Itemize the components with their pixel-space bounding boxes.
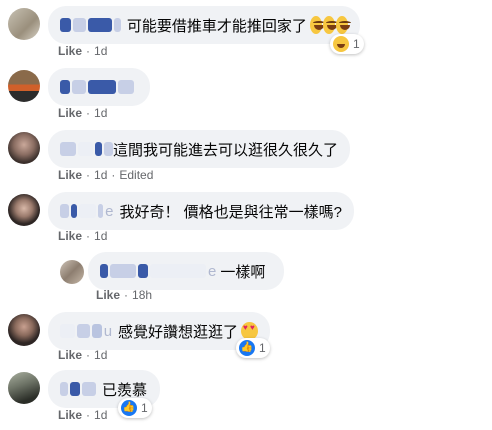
comment-meta: Like · 1d xyxy=(58,106,108,120)
laugh-emoji xyxy=(335,16,352,34)
blurred-name[interactable] xyxy=(60,204,69,218)
like-link[interactable]: Like xyxy=(58,408,82,422)
blurred-name[interactable] xyxy=(60,80,70,94)
blurred-name[interactable] xyxy=(88,80,116,94)
comment-text: 一樣啊 xyxy=(220,263,266,281)
comment-meta: Like · 1d xyxy=(58,229,108,243)
blurred-name[interactable] xyxy=(100,264,108,278)
blurred-name[interactable] xyxy=(78,204,97,218)
blurred-name[interactable] xyxy=(70,382,80,396)
timestamp[interactable]: 1d xyxy=(94,229,107,243)
avatar[interactable] xyxy=(8,132,40,164)
blurred-name[interactable] xyxy=(92,324,102,338)
comment-meta: Like · 1d xyxy=(58,408,108,422)
comment-bubble: 這間我可能進去可以逛很久很久了 xyxy=(48,130,350,168)
blurred-name[interactable] xyxy=(77,324,91,338)
laugh-emoji xyxy=(309,16,325,34)
comment-text: 這間我可能進去可以逛很久很久了 xyxy=(113,141,339,159)
edited-label[interactable]: Edited xyxy=(119,168,153,182)
blurred-name[interactable] xyxy=(70,204,77,218)
timestamp[interactable]: 1d xyxy=(94,408,107,422)
blurred-name[interactable] xyxy=(110,264,136,278)
blurred-name[interactable] xyxy=(150,264,206,278)
like-thumb-icon: 👍 xyxy=(121,400,137,416)
blurred-name[interactable] xyxy=(60,142,77,156)
comment-meta: Like · 1d xyxy=(58,348,108,362)
timestamp[interactable]: 1d xyxy=(94,44,107,58)
blurred-name[interactable] xyxy=(138,264,148,278)
reaction-count[interactable]: 1 xyxy=(330,34,364,54)
like-link[interactable]: Like xyxy=(58,106,82,120)
blurred-name[interactable] xyxy=(114,18,121,32)
comment-bubble: 可能要借推車才能推回家了 xyxy=(48,6,360,44)
blurred-name[interactable] xyxy=(118,80,134,94)
like-link[interactable]: Like xyxy=(58,168,82,182)
avatar[interactable] xyxy=(8,314,40,346)
blurred-name[interactable] xyxy=(78,142,93,156)
like-thumb-icon: 👍 xyxy=(239,340,255,356)
timestamp[interactable]: 1d xyxy=(94,168,107,182)
like-link[interactable]: Like xyxy=(58,229,82,243)
timestamp[interactable]: 18h xyxy=(132,288,152,302)
blurred-name[interactable] xyxy=(104,142,113,156)
laugh-emoji xyxy=(322,16,338,34)
reaction-count[interactable]: 👍 1 xyxy=(118,398,152,418)
blurred-name[interactable] xyxy=(60,324,76,338)
reaction-count[interactable]: 👍 1 xyxy=(236,338,270,358)
comment-text: 我好奇！ 價格也是與往常一樣嗎? xyxy=(119,203,342,221)
blurred-name[interactable] xyxy=(94,142,103,156)
comment-text: 感覺好讚想逛逛了 xyxy=(118,323,239,341)
avatar[interactable] xyxy=(8,70,40,102)
comment-text: 已羨慕 xyxy=(102,381,148,399)
timestamp[interactable]: 1d xyxy=(94,106,107,120)
comment-meta: Like · 1d · Edited xyxy=(58,168,154,182)
blurred-name[interactable] xyxy=(98,204,104,218)
blurred-name[interactable] xyxy=(88,18,113,32)
like-link[interactable]: Like xyxy=(58,348,82,362)
like-link[interactable]: Like xyxy=(58,44,82,58)
comment-bubble xyxy=(48,68,150,106)
avatar[interactable] xyxy=(8,194,40,226)
comment-bubble: e 我好奇！ 價格也是與往常一樣嗎? xyxy=(48,192,354,230)
blurred-name[interactable] xyxy=(72,80,86,94)
blurred-name[interactable] xyxy=(72,18,87,32)
blurred-name[interactable] xyxy=(60,18,71,32)
avatar[interactable] xyxy=(8,8,40,40)
comment-meta: Like · 18h xyxy=(96,288,153,302)
avatar[interactable] xyxy=(60,260,84,284)
haha-icon xyxy=(333,36,349,52)
like-link[interactable]: Like xyxy=(96,288,120,302)
blurred-name[interactable] xyxy=(60,382,68,396)
comment-text: 可能要借推車才能推回家了 xyxy=(126,17,307,35)
blurred-name[interactable] xyxy=(82,382,96,396)
comment-meta: Like · 1d xyxy=(58,44,108,58)
comment-bubble: e 一樣啊 xyxy=(88,252,284,290)
avatar[interactable] xyxy=(8,372,40,404)
timestamp[interactable]: 1d xyxy=(94,348,107,362)
